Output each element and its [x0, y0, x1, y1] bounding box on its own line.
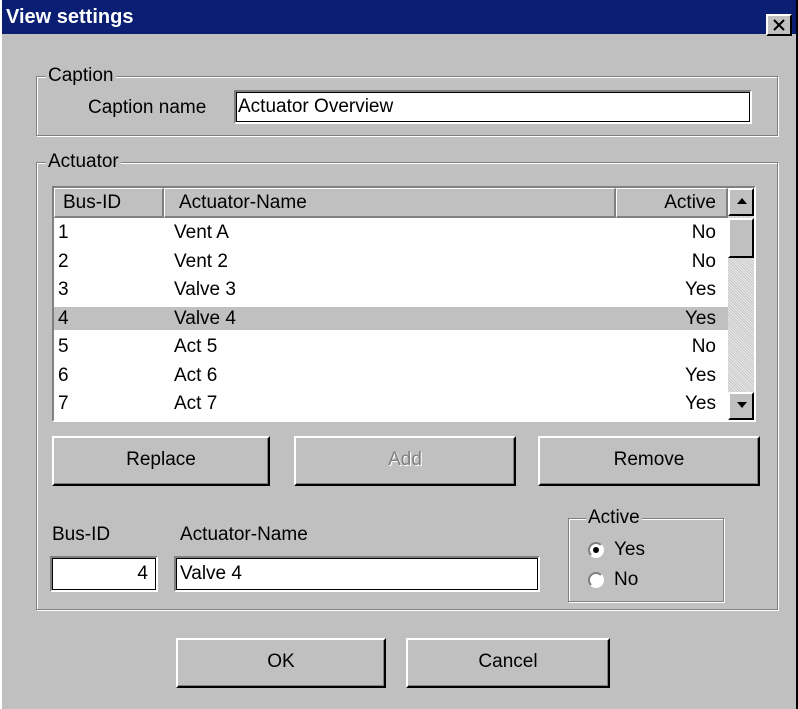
- actuator-name-value: Valve 4: [180, 563, 242, 584]
- cell-active: Yes: [685, 364, 716, 386]
- scroll-down-button[interactable]: [728, 392, 754, 420]
- column-header-bus-id[interactable]: Bus-ID: [54, 188, 164, 218]
- table-row[interactable]: 7 Act 7 Yes: [54, 392, 728, 415]
- remove-button[interactable]: Remove: [538, 436, 760, 486]
- ok-button[interactable]: OK: [176, 638, 386, 688]
- cell-actuator-name: Act 6: [174, 364, 218, 386]
- cell-active: Yes: [685, 279, 716, 300]
- cell-active: No: [691, 336, 716, 357]
- radio-selected-dot: [593, 547, 599, 553]
- cell-bus-id: 5: [58, 336, 69, 357]
- arrow-up-icon: [737, 198, 747, 204]
- cell-bus-id: 7: [58, 393, 69, 414]
- list-header: Bus-ID Actuator-Name Active: [54, 188, 730, 218]
- table-row[interactable]: 2 Vent 2 No: [54, 250, 728, 273]
- actuator-group-label: Actuator: [46, 151, 121, 172]
- active-no-radio[interactable]: [588, 572, 604, 588]
- add-button[interactable]: Add: [294, 436, 516, 486]
- actuator-name-field[interactable]: Valve 4: [174, 556, 540, 592]
- active-yes-label: Yes: [614, 539, 645, 560]
- scroll-thumb[interactable]: [728, 218, 754, 258]
- cell-actuator-name: Act 7: [174, 393, 218, 414]
- bus-id-value: 4: [137, 563, 148, 584]
- cell-active: No: [691, 222, 716, 243]
- caption-name-value: Actuator Overview: [238, 96, 394, 117]
- cell-bus-id: 4: [58, 307, 69, 329]
- caption-name-field[interactable]: Actuator Overview: [234, 90, 752, 124]
- cell-bus-id: 2: [58, 250, 69, 272]
- arrow-down-icon: [737, 402, 747, 408]
- active-group: [568, 518, 724, 602]
- cell-active: Yes: [685, 307, 716, 329]
- title-bar: View settings: [0, 0, 798, 36]
- active-yes-radio[interactable]: [588, 542, 604, 558]
- cell-actuator-name: Valve 4: [174, 307, 236, 329]
- table-row[interactable]: 5 Act 5 No: [54, 335, 728, 358]
- cell-bus-id: 1: [58, 222, 69, 243]
- cell-bus-id: 3: [58, 279, 69, 300]
- column-header-active[interactable]: Active: [616, 188, 728, 218]
- replace-button[interactable]: Replace: [52, 436, 270, 486]
- caption-name-label: Caption name: [88, 97, 207, 118]
- cell-actuator-name: Act 5: [174, 336, 218, 357]
- bus-id-label: Bus-ID: [52, 524, 111, 545]
- active-group-label: Active: [586, 507, 642, 528]
- table-row[interactable]: 6 Act 6 Yes: [54, 364, 728, 387]
- actuator-name-label: Actuator-Name: [180, 524, 308, 545]
- cell-actuator-name: Vent A: [174, 222, 229, 243]
- vertical-scrollbar[interactable]: [728, 188, 754, 420]
- actuator-list[interactable]: Bus-ID Actuator-Name Active 1 Vent A No 2 Ve…: [52, 186, 756, 422]
- cell-active: Yes: [685, 393, 716, 414]
- table-row[interactable]: 4 Valve 4 Yes: [54, 306, 728, 330]
- caption-group-label: Caption: [46, 65, 116, 86]
- bus-id-field[interactable]: 4: [50, 556, 158, 592]
- active-no-label: No: [614, 569, 639, 590]
- close-icon: [773, 19, 785, 31]
- window-title: View settings: [6, 6, 134, 28]
- close-button[interactable]: [766, 14, 792, 36]
- cell-actuator-name: Vent 2: [174, 250, 228, 272]
- cancel-button[interactable]: Cancel: [406, 638, 610, 688]
- table-row[interactable]: 1 Vent A No: [54, 221, 728, 244]
- scroll-up-button[interactable]: [728, 188, 754, 216]
- cell-actuator-name: Valve 3: [174, 279, 236, 300]
- column-header-actuator-name[interactable]: Actuator-Name: [164, 188, 616, 218]
- cell-active: No: [691, 250, 716, 272]
- table-row[interactable]: 3 Valve 3 Yes: [54, 278, 728, 301]
- cell-bus-id: 6: [58, 364, 69, 386]
